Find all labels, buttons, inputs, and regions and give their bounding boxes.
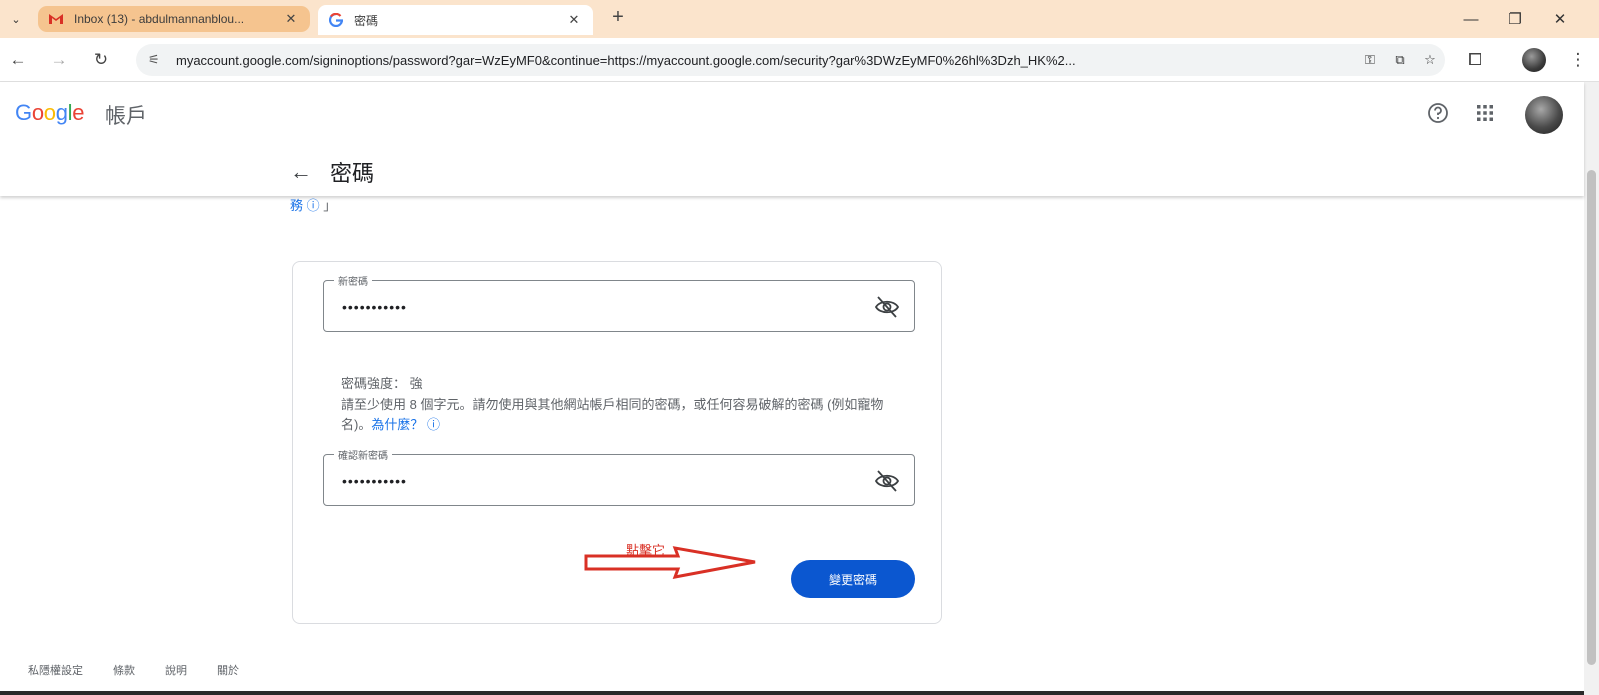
account-avatar[interactable] [1525, 96, 1563, 134]
logo-letter: g [55, 100, 68, 125]
taskbar-edge [0, 691, 1584, 695]
site-info-icon[interactable]: ⚟ [148, 52, 170, 68]
menu-kebab-icon[interactable]: ⋮ [1565, 47, 1591, 73]
logo-letter: o [31, 100, 44, 125]
google-g-icon [328, 12, 344, 28]
forward-icon[interactable]: → [46, 47, 72, 73]
new-password-input[interactable] [342, 299, 842, 315]
back-icon[interactable]: ← [5, 47, 31, 73]
scrollbar-thumb[interactable] [1587, 170, 1596, 665]
page-scrollbar[interactable] [1584, 82, 1599, 695]
translate-icon[interactable]: ⧉ [1385, 52, 1415, 68]
confirm-password-field[interactable]: 確認新密碼 [323, 447, 915, 506]
eye-off-icon[interactable] [874, 294, 900, 320]
google-logo[interactable]: Google [15, 100, 84, 126]
profile-avatar[interactable] [1522, 48, 1546, 72]
hint-text: 請至少使用 8 個字元。請勿使用與其他網站帳戶相同的密碼，或任何容易破解的密碼 … [341, 397, 884, 432]
footer-link-about[interactable]: 關於 [217, 662, 239, 678]
intro-text: 務 ⓘ 」 [290, 198, 337, 213]
apps-grid-icon[interactable] [1472, 100, 1498, 126]
new-tab-plus-icon[interactable]: + [606, 6, 630, 29]
gmail-icon [48, 11, 64, 27]
browser-toolbar: ← → ↻ ⚟ myaccount.google.com/signinoptio… [0, 38, 1599, 82]
tab-title: Inbox (13) - abdulmannanblou... [74, 12, 245, 26]
close-icon[interactable]: ✕ [282, 11, 300, 27]
footer-link-help[interactable]: 說明 [165, 662, 187, 678]
password-key-icon[interactable]: ⚿ [1355, 52, 1385, 68]
change-password-button[interactable]: 變更密碼 [791, 560, 915, 598]
confirm-password-input[interactable] [342, 473, 842, 489]
footer-link-terms[interactable]: 條款 [113, 662, 135, 678]
minimize-icon[interactable]: — [1456, 6, 1486, 32]
help-circle-icon[interactable]: ⓘ [427, 417, 440, 432]
tab-strip: ⌄ Inbox (13) - abdulmannanblou... ✕ 密碼 ✕… [0, 0, 1599, 38]
logo-letter: e [72, 100, 85, 125]
help-circle-icon[interactable]: ⓘ [307, 198, 320, 213]
tab-search-icon[interactable]: ⌄ [4, 7, 28, 31]
new-password-label: 新密碼 [334, 273, 372, 288]
new-password-field[interactable]: 新密碼 [323, 273, 915, 332]
tab-inbox[interactable]: Inbox (13) - abdulmannanblou... ✕ [38, 6, 310, 32]
extensions-icon[interactable]: ⧠ [1462, 47, 1488, 73]
product-name: 帳戶 [105, 105, 147, 128]
page-title-row: ← 密碼 [290, 156, 374, 188]
annotation-arrow [584, 546, 756, 579]
logo-letter: G [15, 100, 32, 125]
back-arrow-icon[interactable]: ← [290, 159, 320, 185]
star-icon[interactable]: ☆ [1415, 52, 1445, 68]
help-icon[interactable] [1425, 100, 1451, 126]
close-icon[interactable]: ✕ [565, 12, 583, 28]
intro-link[interactable]: 務 [290, 198, 303, 213]
footer-link-privacy[interactable]: 私隱權設定 [28, 662, 83, 678]
url-text[interactable]: myaccount.google.com/signinoptions/passw… [170, 53, 1355, 68]
account-header: Google 帳戶 ← 密碼 [0, 82, 1584, 196]
window-close-icon[interactable]: ✕ [1545, 6, 1575, 32]
why-link[interactable]: 為什麼？ [371, 417, 423, 432]
tab-password[interactable]: 密碼 ✕ [318, 5, 593, 35]
password-strength: 密碼強度： 強 [341, 376, 423, 391]
restore-icon[interactable]: ❐ [1500, 6, 1530, 32]
password-card: 新密碼 密碼強度： 強 請至少使用 8 個字元。請勿使用與其他網站帳戶相同的密碼… [292, 261, 942, 624]
logo-letter: o [43, 100, 56, 125]
tab-title: 密碼 [354, 13, 379, 28]
address-bar[interactable]: ⚟ myaccount.google.com/signinoptions/pas… [136, 44, 1445, 76]
confirm-password-label: 確認新密碼 [334, 447, 392, 462]
page-title: 密碼 [330, 161, 375, 186]
page-footer: 私隱權設定 條款 說明 關於 [28, 662, 239, 678]
eye-off-icon[interactable] [874, 468, 900, 494]
password-hint: 請至少使用 8 個字元。請勿使用與其他網站帳戶相同的密碼，或任何容易破解的密碼 … [341, 395, 913, 435]
reload-icon[interactable]: ↻ [88, 47, 114, 73]
